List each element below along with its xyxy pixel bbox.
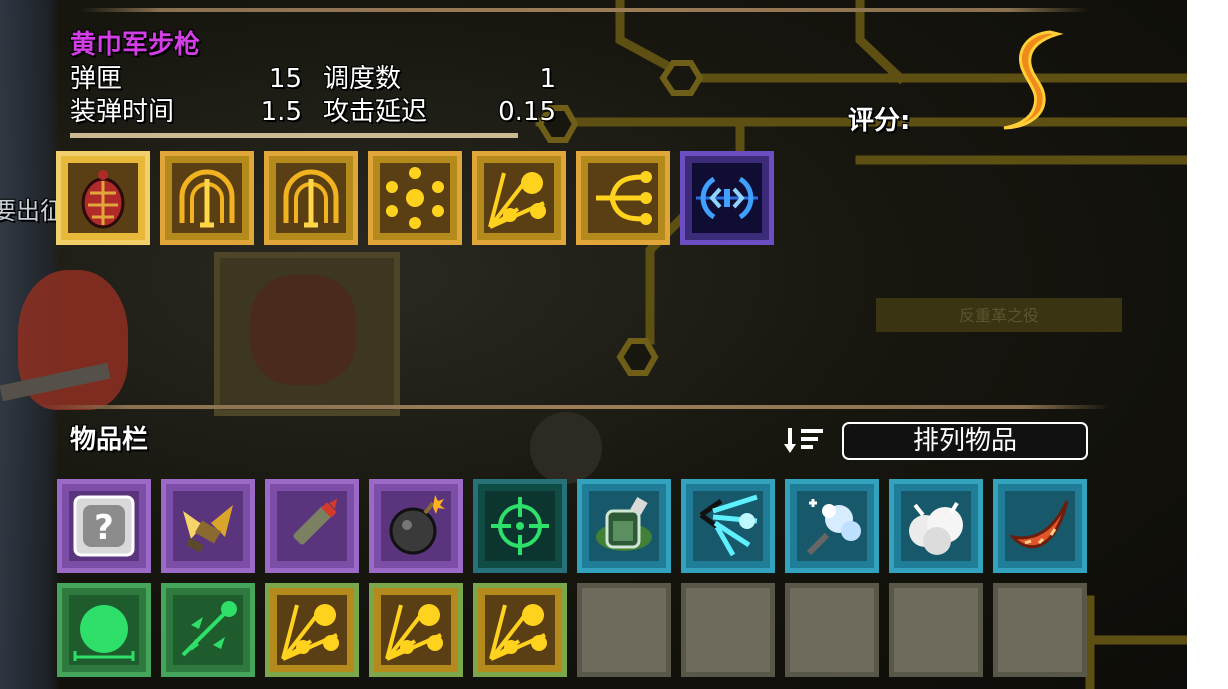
equipped-slot[interactable] — [264, 151, 358, 245]
sort-icon[interactable] — [784, 426, 824, 456]
spray-shot-icon — [277, 595, 347, 665]
equipped-slot[interactable] — [472, 151, 566, 245]
background-banner-label: 反重革之役 — [958, 306, 1039, 325]
empty-inventory-slot[interactable] — [889, 583, 983, 677]
arc-bounce-icon — [172, 163, 242, 233]
middle-divider — [40, 405, 1110, 409]
arc-bounce-icon — [276, 163, 346, 233]
turtle-shell-icon — [68, 163, 138, 233]
lightning-dash-icon — [693, 491, 763, 561]
equipped-slot[interactable] — [160, 151, 254, 245]
stats-underline — [70, 133, 518, 138]
sound-wave-icon — [692, 163, 762, 233]
spray-shot-icon — [485, 595, 555, 665]
rating-label: 评分: — [848, 106, 911, 136]
empty-inventory-slot[interactable] — [785, 583, 879, 677]
inventory-slot[interactable] — [369, 583, 463, 677]
mystery-box-icon: ? — [69, 491, 139, 561]
equipped-slot[interactable] — [368, 151, 462, 245]
equipped-slot[interactable] — [576, 151, 670, 245]
inventory-slot[interactable] — [473, 479, 567, 573]
empty-inventory-slot[interactable] — [681, 583, 775, 677]
inventory-slot[interactable] — [889, 479, 983, 573]
stat-value-reload: 1.5 — [260, 97, 302, 127]
flame-s-icon — [1003, 30, 1064, 130]
background-smiley — [530, 412, 602, 484]
background-left-label: 要出征 — [0, 197, 64, 225]
stat-label-dispatch: 调度数 — [323, 64, 402, 94]
bullet-icon — [277, 491, 347, 561]
inventory-slot[interactable] — [577, 479, 671, 573]
sort-items-button[interactable]: 排列物品 — [842, 422, 1088, 460]
empty-inventory-slot[interactable] — [993, 583, 1087, 677]
boomerang-icon — [1005, 491, 1075, 561]
empty-inventory-slot[interactable] — [577, 583, 671, 677]
stat-label-magazine: 弹匣 — [70, 64, 123, 94]
inventory-slot[interactable] — [473, 583, 567, 677]
spray-shot-icon — [484, 163, 554, 233]
inventory-slot[interactable] — [993, 479, 1087, 573]
inventory-slot[interactable] — [265, 479, 359, 573]
spray-shot-icon — [381, 595, 451, 665]
inventory-slot[interactable]: ? — [57, 479, 151, 573]
svg-text:?: ? — [94, 508, 114, 548]
bomb-icon — [381, 491, 451, 561]
inventory-slot[interactable] — [161, 583, 255, 677]
inventory-slot[interactable] — [369, 479, 463, 573]
inventory-slot[interactable] — [681, 479, 775, 573]
inventory-slot[interactable] — [785, 479, 879, 573]
stat-value-dispatch: 1 — [539, 64, 556, 94]
green-orb-icon — [69, 595, 139, 665]
poison-flask-icon — [589, 491, 659, 561]
inventory-slot[interactable] — [161, 479, 255, 573]
top-divider — [80, 8, 1090, 12]
split-burst-icon — [380, 163, 450, 233]
inventory-label: 物品栏 — [70, 425, 149, 455]
inventory-slot[interactable] — [57, 583, 151, 677]
weapon-name: 黄巾军步枪 — [70, 30, 201, 60]
inventory-slot[interactable] — [265, 583, 359, 677]
stat-label-delay: 攻击延迟 — [323, 97, 428, 127]
green-split-icon — [173, 595, 243, 665]
stat-label-reload: 装弹时间 — [70, 97, 175, 127]
frost-spray-icon — [797, 491, 867, 561]
equipped-slot[interactable] — [56, 151, 150, 245]
game-view: 反重革之役 要出征 黄巾军步枪 弹匣 15 调度数 1 装弹时间 1.5 攻击延… — [0, 0, 1187, 689]
crosshair-icon — [485, 491, 555, 561]
stat-value-delay: 0.15 — [498, 97, 556, 127]
smoke-cloud-icon — [901, 491, 971, 561]
background-drum — [250, 275, 356, 385]
triple-fork-icon — [588, 163, 658, 233]
golden-wings-icon — [173, 491, 243, 561]
equipped-slot[interactable] — [680, 151, 774, 245]
stat-value-magazine: 15 — [268, 64, 302, 94]
